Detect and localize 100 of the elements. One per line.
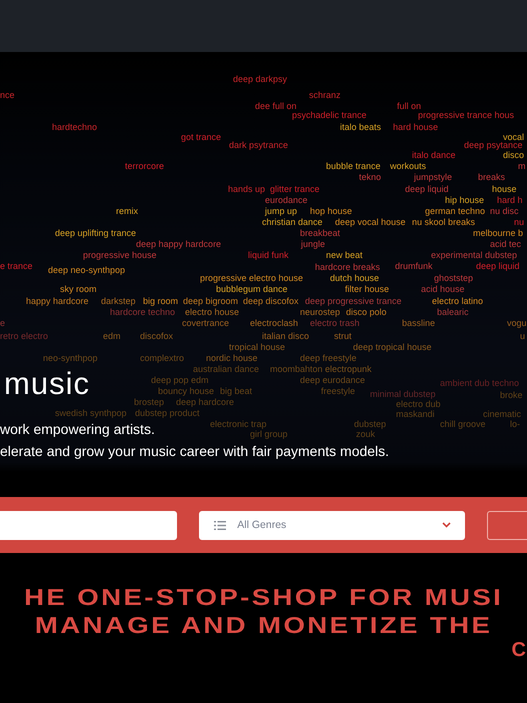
logo-text: music (4, 367, 90, 401)
genre-tag: deep pop edm (151, 375, 209, 385)
genre-tag: freestyle (321, 386, 356, 396)
genre-tag: electroclash (250, 318, 298, 328)
genre-tag: deep liquid (476, 261, 520, 271)
genre-tag: girl group (250, 429, 288, 439)
genre-tag: minimal dubstep (370, 389, 436, 399)
genre-tag: nu (514, 217, 524, 227)
genre-tag: hop house (310, 206, 352, 216)
genre-tag: workouts (390, 161, 426, 171)
search-field[interactable] (0, 510, 178, 540)
genre-tag: lo- (510, 419, 520, 429)
genre-tag: disco (503, 150, 524, 160)
genre-tag: bouncy house (158, 386, 214, 396)
genre-tag: swedish synthpop (55, 408, 127, 418)
genre-tag: dutch house (330, 273, 380, 283)
genre-tag: house (492, 184, 517, 194)
genre-tag: christian dance (262, 217, 323, 227)
genre-tag: ghoststep (434, 273, 474, 283)
genre-tag: deep progressive trance (305, 296, 402, 306)
headline-text: C (512, 639, 526, 661)
genre-tag: discofox (140, 331, 174, 341)
genre-tag: strut (334, 331, 352, 341)
genre-tag: dee full on (255, 101, 297, 111)
genre-tag: jumpstyle (414, 172, 452, 182)
genre-tag: u (520, 331, 526, 341)
genre-tag: disco polo (346, 307, 387, 317)
genre-tag: electro house (185, 307, 240, 317)
genre-tag: jungle (301, 239, 326, 249)
genre-tag: progressive electro house (200, 273, 304, 283)
genre-tag: brostep (134, 397, 164, 407)
genre-tag: glitter trance (270, 184, 320, 194)
genre-tag: got trance (181, 132, 222, 142)
genre-tag: ambient dub techno (440, 378, 520, 388)
genre-tag: deep freestyle (300, 353, 357, 363)
genre-tag: big beat (220, 386, 252, 396)
genre-tag: hands up (228, 184, 266, 194)
genre-tag: electro latino (432, 296, 484, 306)
genre-tag: deep eurodance (300, 375, 366, 385)
genre-tag: moombahton (270, 364, 323, 374)
genre-tag: australian dance (193, 364, 260, 374)
genre-tag: acid house (421, 284, 465, 294)
genre-tag: e trance (0, 261, 33, 271)
genre-tag: nu disc (490, 206, 519, 216)
genre-tag: jump up (265, 206, 298, 216)
genre-tag: deep neo-synthpop (48, 265, 126, 275)
genre-tag: deep liquid (405, 184, 449, 194)
tagline-text: elerate and grow your music career with fair payments models. (0, 442, 390, 461)
genre-tag: electropunk (325, 364, 372, 374)
genre-tag: deep happy hardcore (136, 239, 222, 249)
genre-tag: nce (0, 90, 15, 100)
headline-text: HE ONE-STOP-SHOP FOR MUSI (24, 583, 504, 611)
genre-tag: electro trash (310, 318, 360, 328)
genre-tag: experimental dubstep (431, 250, 518, 260)
genre-tag: remix (116, 206, 138, 216)
genre-tag: italian disco (262, 331, 310, 341)
genre-tag: dark psytrance (229, 140, 288, 150)
genre-tag: dubstep product (135, 408, 200, 418)
genre-select[interactable]: All Genres (199, 510, 465, 540)
tagline-text: work empowering artists. (0, 420, 155, 439)
genre-tag: acid tec (490, 239, 522, 249)
genre-tag: balearic (437, 307, 469, 317)
genre-tag: neo-synthpop (43, 353, 98, 363)
genre-tag: progressive trance hous (418, 110, 514, 120)
genre-tag: e (0, 318, 6, 328)
genre-tag: nordic house (206, 353, 258, 363)
genre-tag: hardtechno (52, 122, 98, 132)
genre-tag: bubblegum dance (216, 284, 288, 294)
genre-tag: happy hardcore (26, 296, 89, 306)
genre-tag: breakbeat (300, 228, 340, 238)
genre-tag: big room (143, 296, 178, 306)
genre-tag: electro dub (396, 399, 441, 409)
genre-tag: bassline (402, 318, 436, 328)
genre-tag: italo beats (340, 122, 382, 132)
genre-tag: m (518, 161, 526, 171)
genre-tag: new beat (326, 250, 363, 260)
genre-tag: deep uplifting trance (55, 228, 136, 238)
genre-tag: deep psytance (464, 140, 523, 150)
genre-tag: covertrance (182, 318, 230, 328)
genre-tag: tropical house (229, 342, 286, 352)
genre-tag: hardcore breaks (315, 262, 380, 272)
genre-tag: electronic trap (210, 419, 267, 429)
genre-tag: hard house (393, 122, 438, 132)
genre-tag: vogu (507, 318, 527, 328)
genre-tag: chill groove (440, 419, 486, 429)
genre-tag: deep discofox (243, 296, 299, 306)
search-button[interactable] (486, 510, 527, 540)
genre-tag: edm (103, 331, 121, 341)
genre-tag: tekno (359, 172, 382, 182)
genre-tag: filter house (345, 284, 390, 294)
genre-tag: psychadelic trance (292, 110, 367, 120)
genre-tag: neurostep (300, 307, 340, 317)
genre-tag: hip house (445, 195, 484, 205)
genre-tag: deep tropical house (353, 342, 432, 352)
genre-tag: vocal (503, 132, 524, 142)
genre-tag: schranz (309, 90, 341, 100)
genre-tag: dubstep (354, 419, 386, 429)
genre-tag: full on (397, 101, 422, 111)
genre-tag: retro electro (0, 331, 48, 341)
genre-tag: maskandi (396, 409, 435, 419)
